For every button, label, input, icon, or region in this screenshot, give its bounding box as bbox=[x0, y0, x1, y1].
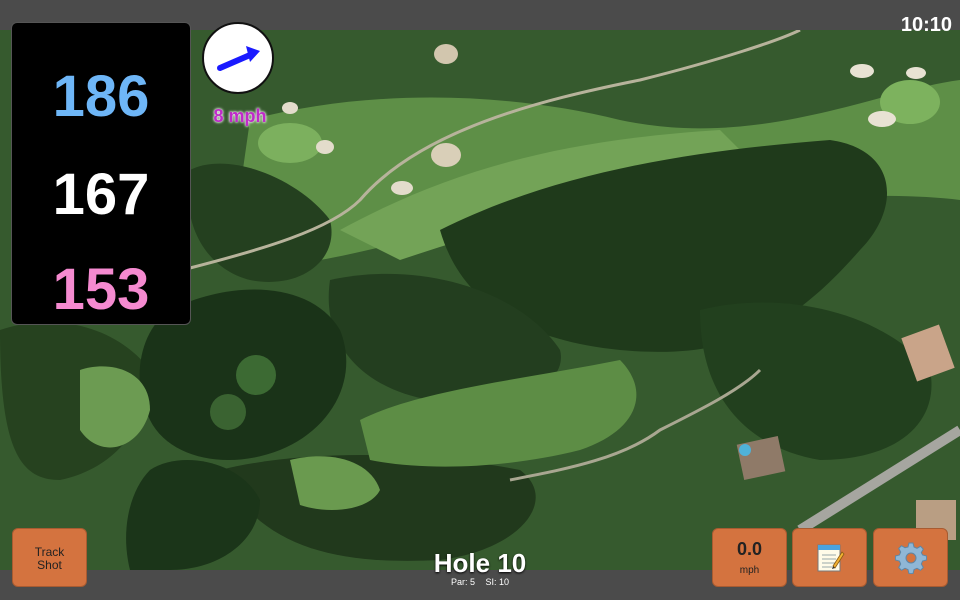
speed-unit: mph bbox=[739, 565, 760, 576]
hole-title: Hole 10 bbox=[433, 548, 527, 578]
distance-panel: 186 167 153 bbox=[11, 22, 191, 325]
middle-distance: 167 bbox=[52, 162, 150, 227]
speed-value: 0.0 bbox=[736, 539, 763, 559]
wind-speed: 8 mph bbox=[213, 106, 267, 126]
notes-button[interactable] bbox=[792, 528, 867, 587]
back-distance: 186 bbox=[52, 64, 150, 129]
hole-si: SI: 10 bbox=[485, 577, 510, 587]
front-distance: 153 bbox=[52, 257, 150, 322]
settings-button[interactable] bbox=[873, 528, 948, 587]
gear-icon bbox=[894, 542, 927, 574]
speed-button[interactable]: 0.0 mph bbox=[712, 528, 787, 587]
hole-info: Par: 5 SI: 10 bbox=[380, 577, 580, 587]
wind-direction-indicator bbox=[202, 22, 274, 94]
status-time: 10:10 bbox=[900, 14, 952, 36]
track-shot-label-line2: Shot bbox=[37, 558, 62, 572]
hole-par: Par: 5 bbox=[450, 577, 475, 587]
track-shot-button[interactable]: Track Shot bbox=[12, 528, 87, 587]
wind-arrow-icon bbox=[217, 46, 260, 71]
notepad-icon bbox=[817, 544, 845, 571]
